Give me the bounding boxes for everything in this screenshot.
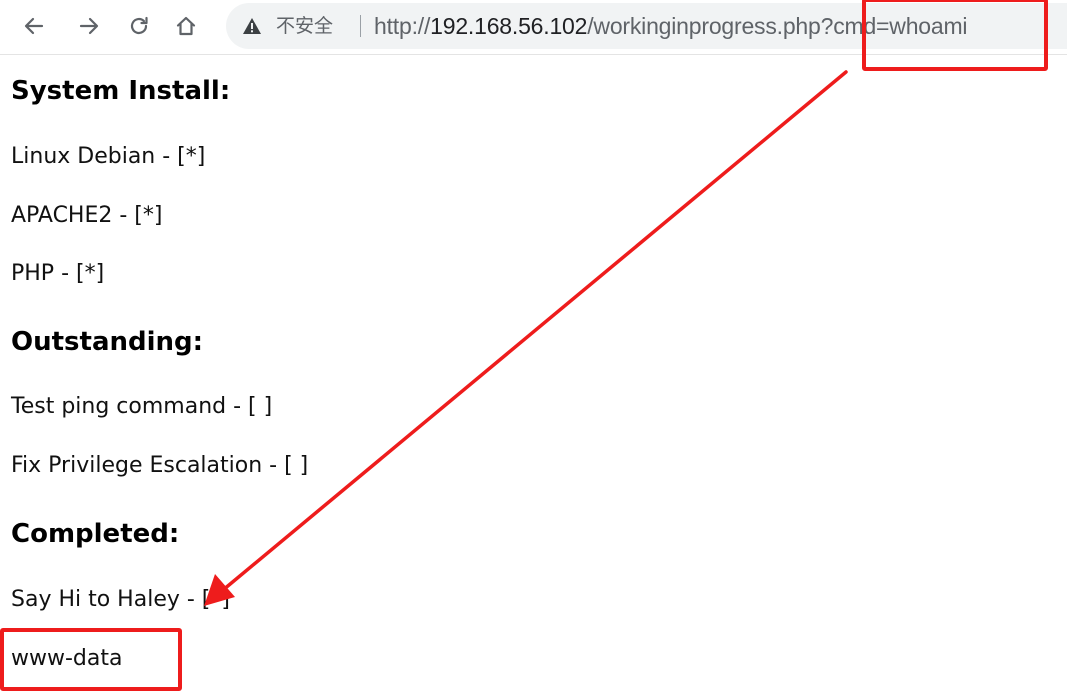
warning-triangle-icon[interactable] [242,16,262,36]
browser-toolbar: 不安全 http://192.168.56.102/workinginprogr… [0,0,1067,55]
annotation-arrow-line [221,70,848,592]
reload-button[interactable] [121,8,157,44]
url-text[interactable]: http://192.168.56.102/workinginprogress.… [374,11,968,41]
home-button[interactable] [168,8,204,44]
task-item: APACHE2 - [*] [11,203,163,228]
task-item: Fix Privilege Escalation - [ ] [11,453,309,478]
url-scheme: http:// [374,13,431,39]
section-heading-outstanding: Outstanding: [11,327,204,357]
section-heading-system-install: System Install: [11,76,231,106]
arrow-left-icon [24,17,44,35]
security-label[interactable]: 不安全 [276,13,333,39]
arrow-right-icon [79,17,99,35]
task-item: Test ping command - [ ] [11,394,273,419]
task-item: Say Hi to Haley - [*] [11,587,230,612]
browser-window: 不安全 http://192.168.56.102/workinginprogr… [0,0,1067,695]
url-path: /workinginprogress.php?cmd=whoami [587,13,968,39]
url-host: 192.168.56.102 [430,13,588,39]
task-item: PHP - [*] [11,261,105,286]
address-bar[interactable]: 不安全 http://192.168.56.102/workinginprogr… [226,3,1067,49]
forward-button[interactable] [71,8,107,44]
task-item: Linux Debian - [*] [11,144,206,169]
omnibox-divider [360,15,361,37]
back-button[interactable] [16,8,52,44]
section-heading-completed: Completed: [11,519,180,549]
home-icon [176,16,196,36]
command-output: www-data [11,646,123,671]
reload-icon [130,16,148,35]
